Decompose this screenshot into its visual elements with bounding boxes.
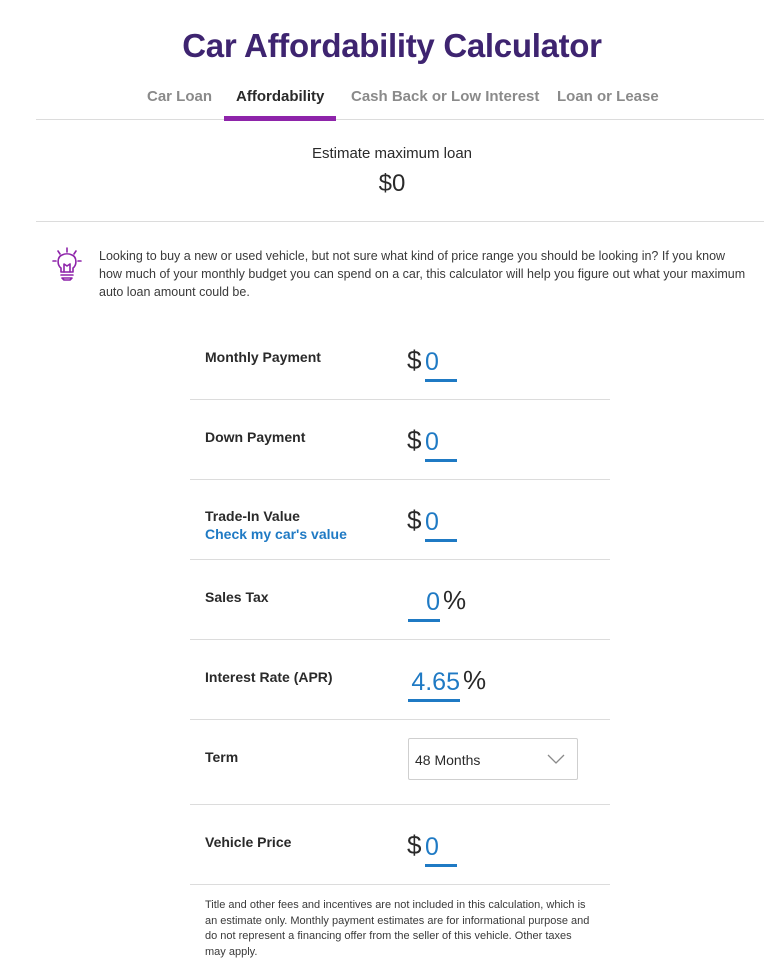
tab-cash-back-or-low-interest[interactable]: Cash Back or Low Interest — [351, 88, 539, 119]
down-payment-input[interactable] — [425, 426, 457, 462]
vehicle-price-row: Vehicle Price $ — [190, 805, 610, 885]
page-title: Car Affordability Calculator — [182, 27, 602, 64]
interest-rate-input[interactable] — [408, 666, 460, 702]
vehicle-price-label: Vehicle Price — [205, 834, 292, 850]
term-label: Term — [205, 749, 239, 765]
check-car-value-link[interactable]: Check my car's value — [205, 526, 347, 542]
vehicle-price-input[interactable] — [425, 831, 457, 867]
tab-car-loan[interactable]: Car Loan — [147, 88, 212, 119]
trade-in-label: Trade-In Value — [205, 508, 300, 524]
interest-rate-label: Interest Rate (APR) — [205, 669, 333, 685]
tip-text: Looking to buy a new or used vehicle, bu… — [99, 249, 746, 299]
divider — [36, 221, 764, 222]
lightbulb-icon — [52, 247, 82, 281]
calculator-tabs: Car Loan Affordability Cash Back or Low … — [36, 80, 764, 121]
percent-sign: % — [463, 665, 487, 695]
interest-rate-row: Interest Rate (APR) % — [190, 640, 610, 720]
dollar-sign: $ — [407, 830, 422, 860]
sales-tax-input[interactable] — [408, 586, 440, 622]
monthly-payment-row: Monthly Payment $ — [190, 320, 610, 400]
sales-tax-label: Sales Tax — [205, 589, 269, 605]
dollar-sign: $ — [407, 425, 422, 455]
down-payment-label: Down Payment — [205, 429, 306, 445]
affordability-form: Monthly Payment $ Down Payment $ Trade-I… — [190, 320, 610, 885]
percent-sign: % — [443, 585, 467, 615]
estimate-label: Estimate maximum loan — [311, 145, 473, 162]
trade-in-row: Trade-In Value Check my car's value $ — [190, 480, 610, 560]
dollar-sign: $ — [407, 345, 422, 375]
monthly-payment-label: Monthly Payment — [205, 349, 321, 365]
dollar-sign: $ — [407, 505, 422, 535]
tab-loan-or-lease[interactable]: Loan or Lease — [557, 88, 659, 119]
monthly-payment-input[interactable] — [425, 346, 457, 382]
term-select[interactable]: 48 Months — [408, 738, 578, 780]
chevron-down-icon — [547, 754, 565, 764]
term-selected-value: 48 Months — [415, 752, 481, 768]
term-row: Term 48 Months — [190, 720, 610, 805]
sales-tax-row: Sales Tax % — [190, 560, 610, 640]
trade-in-input[interactable] — [425, 506, 457, 542]
estimate-value: $0 — [378, 170, 406, 197]
down-payment-row: Down Payment $ — [190, 400, 610, 480]
disclaimer-text: Title and other fees and incentives are … — [205, 899, 590, 958]
tab-affordability[interactable]: Affordability — [223, 88, 337, 121]
